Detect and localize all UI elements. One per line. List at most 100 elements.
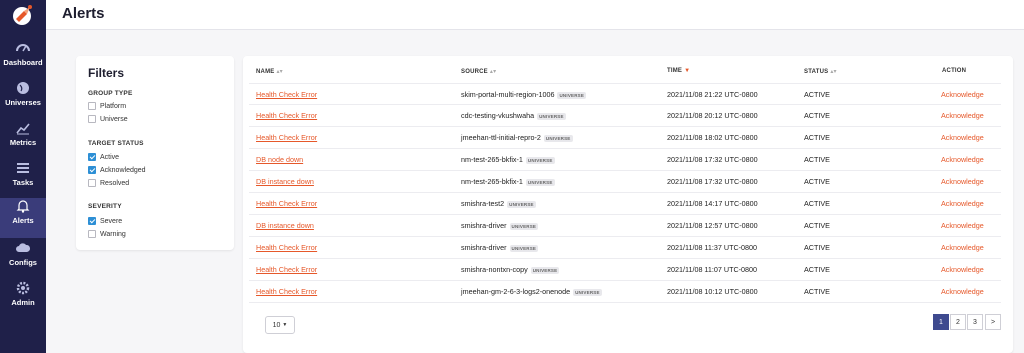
filter-option-severe[interactable]: Severe (88, 216, 122, 226)
column-header-source[interactable]: SOURCE ▴▾ (461, 68, 496, 75)
acknowledge-link[interactable]: Acknowledge (941, 133, 984, 142)
acknowledge-link[interactable]: Acknowledge (941, 199, 984, 208)
alert-name-link[interactable]: Health Check Error (256, 199, 317, 208)
alert-name-link[interactable]: DB instance down (256, 177, 314, 186)
table-row: Health Check Error jmeehan-ttl-initial-r… (249, 127, 1001, 149)
alert-name-link[interactable]: Health Check Error (256, 133, 317, 142)
acknowledge-link[interactable]: Acknowledge (941, 177, 984, 186)
sort-icon: ▴▾ (276, 69, 283, 75)
acknowledge-link[interactable]: Acknowledge (941, 111, 984, 120)
alert-name-link[interactable]: DB node down (256, 155, 303, 164)
sidebar-item-configs[interactable]: Configs (0, 240, 46, 280)
universe-badge: UNIVERSE (525, 178, 555, 186)
pagination-next-button[interactable]: > (985, 314, 1001, 330)
alert-time: 2021/11/08 21:22 UTC-0800 (667, 90, 758, 99)
sort-icon: ▴▾ (489, 69, 497, 75)
sidebar-item-universes[interactable]: Universes (0, 80, 46, 120)
filter-option-platform[interactable]: Platform (88, 101, 126, 111)
sidebar-item-label: Admin (11, 298, 35, 307)
alert-time: 2021/11/08 20:12 UTC-0800 (667, 111, 758, 120)
alert-time: 2021/11/08 18:02 UTC-0800 (667, 133, 758, 142)
sidebar-item-label: Universes (5, 98, 41, 107)
alert-status: ACTIVE (804, 199, 830, 208)
alert-time: 2021/11/08 11:07 UTC-0800 (667, 265, 758, 274)
filter-option-label: Platform (100, 102, 127, 110)
list-icon (17, 163, 29, 173)
universe-badge: UNIVERSE (573, 288, 602, 296)
acknowledge-link[interactable]: Acknowledge (941, 90, 984, 99)
checkbox[interactable] (88, 230, 96, 238)
alert-status: ACTIVE (804, 111, 830, 120)
sidebar-item-label: Alerts (12, 216, 34, 225)
sort-icon: ▴▾ (830, 69, 837, 75)
sidebar-item-admin[interactable]: Admin (0, 280, 46, 320)
alert-time: 2021/11/08 17:32 UTC-0800 (667, 155, 758, 164)
caret-down-icon: ▼ (282, 322, 288, 328)
alert-time: 2021/11/08 17:32 UTC-0800 (667, 177, 758, 186)
page-size-select[interactable]: 10 ▼ (265, 316, 295, 334)
bell-icon (16, 200, 30, 213)
universe-badge: UNIVERSE (543, 134, 573, 142)
pagination-page-3[interactable]: 3 (967, 314, 983, 330)
filter-option-label: Severe (100, 217, 123, 225)
alert-name-link[interactable]: DB instance down (256, 221, 314, 230)
sidebar-item-metrics[interactable]: Metrics (0, 120, 46, 160)
alert-name-link[interactable]: Health Check Error (256, 90, 317, 99)
sidebar-item-label: Dashboard (3, 58, 43, 67)
alert-status: ACTIVE (804, 287, 830, 296)
table-row: Health Check Error smishra-test2 UNIVERSE… (249, 193, 1001, 215)
acknowledge-link[interactable]: Acknowledge (941, 155, 984, 164)
checkbox[interactable] (88, 115, 96, 123)
filter-option-label: Acknowledged (100, 166, 146, 174)
column-header-name[interactable]: NAME ▴▾ (256, 68, 283, 75)
acknowledge-link[interactable]: Acknowledge (941, 243, 984, 252)
sidebar-item-label: Metrics (9, 138, 37, 147)
sidebar-item-dashboard[interactable]: Dashboard (0, 40, 46, 80)
alerts-table: NAME ▴▾ SOURCE ▴▾ TIME ▼ STATUS ▴▾ ACTION He… (243, 56, 1013, 353)
pagination-page-1[interactable]: 1 (933, 314, 949, 330)
sidebar-item-alerts[interactable]: Alerts (0, 198, 46, 238)
universe-badge: UNIVERSE (509, 222, 539, 230)
checkbox-checked[interactable] (88, 166, 96, 174)
table-row: Health Check Error skim-portal-multi-reg… (249, 83, 1001, 105)
table-row: DB node down nm-test-265-bkfix-1 UNIVERSE… (249, 149, 1001, 171)
universe-badge: UNIVERSE (537, 112, 566, 120)
alert-name-link[interactable]: Health Check Error (256, 243, 317, 252)
filter-option-label: Resolved (100, 179, 130, 187)
sidebar-item-label: Configs (9, 258, 37, 267)
checkbox[interactable] (88, 179, 96, 187)
checkbox-checked[interactable] (88, 153, 96, 161)
alert-name-link[interactable]: Health Check Error (256, 265, 317, 274)
yugabyte-logo-icon[interactable] (6, 2, 40, 28)
universe-badge: UNIVERSE (557, 91, 587, 99)
column-header-status[interactable]: STATUS ▴▾ (804, 68, 837, 75)
filter-option-resolved[interactable]: Resolved (88, 178, 129, 188)
checkbox[interactable] (88, 102, 96, 110)
alert-status: ACTIVE (804, 133, 830, 142)
alert-status: ACTIVE (804, 177, 830, 186)
table-row: Health Check Error jmeehan-gm-2-6-3-logs… (249, 281, 1001, 303)
filter-option-warning[interactable]: Warning (88, 229, 126, 239)
table-row: Health Check Error smishra-driver UNIVERS… (249, 237, 1001, 259)
chart-icon (16, 123, 30, 135)
column-header-time[interactable]: TIME ▼ (667, 68, 690, 74)
filter-option-active[interactable]: Active (88, 152, 119, 162)
column-header-action: ACTION (942, 68, 967, 74)
filter-group-title: TARGET STATUS (88, 140, 144, 147)
pagination-page-2[interactable]: 2 (950, 314, 966, 330)
alert-name-link[interactable]: Health Check Error (256, 111, 317, 120)
acknowledge-link[interactable]: Acknowledge (941, 287, 984, 296)
filter-option-acknowledged[interactable]: Acknowledged (88, 165, 146, 175)
acknowledge-link[interactable]: Acknowledge (941, 221, 984, 230)
alert-source: cdc-testing-vkushwaha UNIVERSE (461, 111, 566, 120)
top-header: Alerts (46, 0, 1024, 30)
alert-name-link[interactable]: Health Check Error (256, 287, 317, 296)
acknowledge-link[interactable]: Acknowledge (941, 265, 984, 274)
checkbox-checked[interactable] (88, 217, 96, 225)
alert-source: jmeehan-gm-2-6-3-logs2-onenode UNIVERSE (461, 287, 602, 296)
alert-source: skim-portal-multi-region-1006 UNIVERSE (461, 90, 587, 99)
sidebar-item-tasks[interactable]: Tasks (0, 160, 46, 200)
gear-icon (16, 281, 30, 295)
filter-option-universe[interactable]: Universe (88, 114, 128, 124)
universe-badge: UNIVERSE (530, 266, 560, 274)
